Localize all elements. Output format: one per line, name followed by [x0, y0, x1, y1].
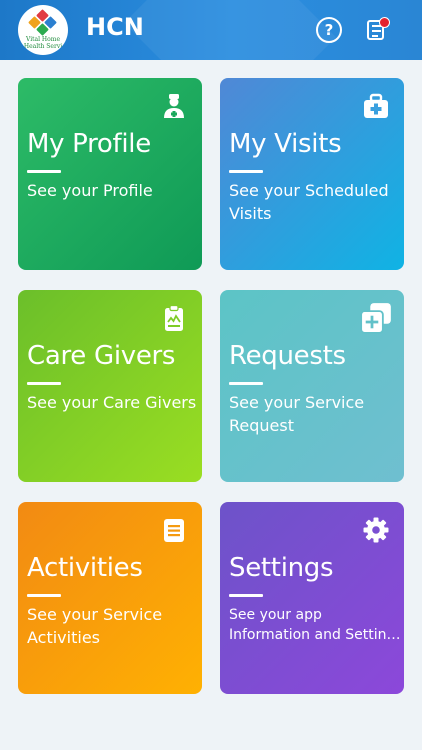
logo-text: Vital Home Health Servi	[23, 36, 63, 50]
app-header: Vital Home Health Servi HCN ?	[0, 0, 422, 60]
tile-divider	[27, 382, 61, 385]
tile-title: Requests	[229, 341, 346, 371]
care-givers-tile[interactable]: Care Givers See your Care Givers	[18, 290, 202, 482]
help-button[interactable]: ?	[316, 17, 342, 43]
notification-badge	[379, 17, 390, 28]
settings-tile[interactable]: Settings See your app Information and Set…	[220, 502, 404, 694]
gear-icon	[363, 517, 389, 543]
clipboard-icon	[165, 304, 183, 331]
tile-title: Settings	[229, 553, 334, 583]
tile-title: Care Givers	[27, 341, 176, 371]
my-profile-tile[interactable]: My Profile See your Profile	[18, 78, 202, 270]
tile-subtitle: See your app Information and Settings	[229, 607, 401, 643]
tile-title: My Profile	[27, 129, 151, 159]
tile-subtitle: See your Scheduled Visits	[229, 181, 389, 223]
document-icon	[164, 519, 184, 542]
add-copy-icon	[360, 303, 391, 334]
requests-tile[interactable]: Requests See your Service Request	[220, 290, 404, 482]
tile-title: Activities	[27, 553, 143, 583]
tile-subtitle: See your Profile	[27, 181, 153, 200]
tile-divider	[229, 382, 263, 385]
tile-divider	[229, 170, 263, 173]
help-icon: ?	[324, 21, 334, 39]
tile-divider	[27, 594, 61, 597]
app-logo[interactable]: Vital Home Health Servi	[18, 5, 68, 55]
tile-divider	[27, 170, 61, 173]
tile-subtitle: See your Care Givers	[27, 393, 197, 412]
tile-subtitle: See your Service Request	[229, 393, 365, 435]
tile-subtitle: See your Service Activities	[27, 605, 163, 647]
activities-tile[interactable]: Activities See your Service Activities	[18, 502, 202, 694]
my-visits-tile[interactable]: My Visits See your Scheduled Visits	[220, 78, 404, 270]
tile-title: My Visits	[229, 129, 342, 159]
nurse-icon	[164, 94, 184, 118]
tile-divider	[229, 594, 263, 597]
notifications-button[interactable]	[366, 17, 390, 43]
medical-kit-icon	[364, 93, 388, 118]
app-title: HCN	[86, 13, 144, 41]
